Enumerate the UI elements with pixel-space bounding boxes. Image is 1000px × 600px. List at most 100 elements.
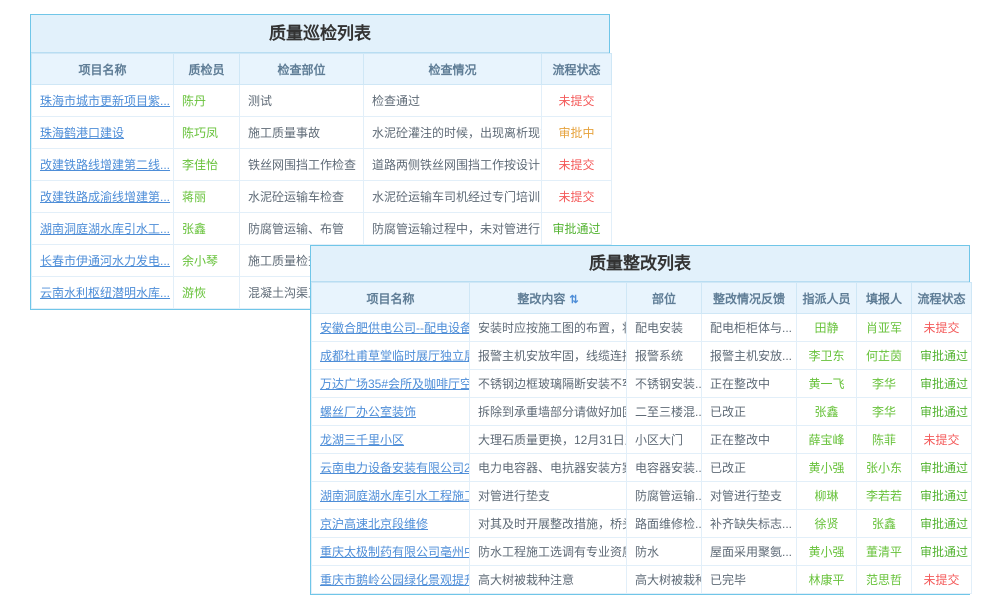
inspection-part: 测试 — [240, 85, 364, 117]
col-header-assignee: 指派人员 — [797, 283, 857, 314]
project-name-link[interactable]: 京沪高速北京段维修 — [312, 510, 470, 538]
rectify-content: 安装时应按施工图的布置，将... — [470, 314, 627, 342]
table-row: 京沪高速北京段维修对其及时开展整改措施，桥头...路面维修检...补齐缺失标志.… — [312, 510, 972, 538]
reporter-name: 肖亚军 — [857, 314, 912, 342]
rectify-feedback: 已完毕 — [702, 566, 797, 594]
rectify-feedback: 已改正 — [702, 398, 797, 426]
table-row: 安徽合肥供电公司--配电设备...安装时应按施工图的布置，将...配电安装配电柜… — [312, 314, 972, 342]
project-name-link[interactable]: 珠海市城市更新项目紫... — [32, 85, 174, 117]
table-row: 龙湖三千里小区大理石质量更换，12月31日之...小区大门正在整改中薛宝峰陈菲未… — [312, 426, 972, 454]
table-row: 改建铁路成渝线增建第...蒋丽水泥砼运输车检查水泥砼运输车司机经过专门培训...… — [32, 181, 612, 213]
rectify-feedback: 正在整改中 — [702, 370, 797, 398]
status-text: 未提交 — [912, 426, 972, 454]
inspection-part: 施工质量事故 — [240, 117, 364, 149]
inspection-situation: 水泥砼运输车司机经过专门培训... — [364, 181, 542, 213]
project-name-link[interactable]: 龙湖三千里小区 — [312, 426, 470, 454]
inspector-name: 陈丹 — [174, 85, 240, 117]
rectify-content: 防水工程施工选调有专业资质... — [470, 538, 627, 566]
rectify-feedback: 对管进行垫支 — [702, 482, 797, 510]
status-text: 审批通过 — [542, 213, 612, 245]
assignee-name: 柳琳 — [797, 482, 857, 510]
status-text: 审批通过 — [912, 370, 972, 398]
inspection-part: 防腐管运输、布管 — [240, 213, 364, 245]
sort-icon[interactable]: ⇅ — [569, 294, 578, 306]
table-row: 万达广场35#会所及咖啡厅空...不锈钢边框玻璃隔断安装不牢...不锈钢安装..… — [312, 370, 972, 398]
status-text: 审批通过 — [912, 538, 972, 566]
project-name-link[interactable]: 重庆太极制药有限公司亳州中... — [312, 538, 470, 566]
reporter-name: 李华 — [857, 398, 912, 426]
rectify-feedback: 报警主机安放... — [702, 342, 797, 370]
rectify-part: 不锈钢安装... — [627, 370, 702, 398]
rectify-content: 大理石质量更换，12月31日之... — [470, 426, 627, 454]
project-name-link[interactable]: 长春市伊通河水力发电... — [32, 245, 174, 277]
table-row: 湖南洞庭湖水库引水工...张鑫防腐管运输、布管防腐管运输过程中，未对管进行...… — [32, 213, 612, 245]
reporter-name: 李华 — [857, 370, 912, 398]
rectify-content: 报警主机安放牢固，线缆连接... — [470, 342, 627, 370]
rectify-part: 二至三楼混... — [627, 398, 702, 426]
rectification-list-title: 质量整改列表 — [311, 246, 969, 282]
inspector-name: 游恢 — [174, 277, 240, 309]
inspection-part: 水泥砼运输车检查 — [240, 181, 364, 213]
reporter-name: 陈菲 — [857, 426, 912, 454]
table-row: 螺丝厂办公室装饰拆除到承重墙部分请做好加固...二至三楼混...已改正张鑫李华审… — [312, 398, 972, 426]
inspection-situation: 检查通过 — [364, 85, 542, 117]
inspector-name: 张鑫 — [174, 213, 240, 245]
project-name-link[interactable]: 螺丝厂办公室装饰 — [312, 398, 470, 426]
project-name-link[interactable]: 云南水利枢纽潜明水库... — [32, 277, 174, 309]
rectification-header-row: 项目名称 整改内容⇅ 部位 整改情况反馈 指派人员 填报人 流程状态 — [312, 283, 972, 314]
status-text: 审批通过 — [912, 510, 972, 538]
col-header-inspector: 质检员 — [174, 54, 240, 85]
inspection-list-title: 质量巡检列表 — [31, 15, 609, 53]
reporter-name: 张小东 — [857, 454, 912, 482]
status-text: 审批通过 — [912, 482, 972, 510]
assignee-name: 黄小强 — [797, 454, 857, 482]
project-name-link[interactable]: 安徽合肥供电公司--配电设备... — [312, 314, 470, 342]
table-row: 珠海市城市更新项目紫...陈丹测试检查通过未提交 — [32, 85, 612, 117]
rectify-part: 小区大门 — [627, 426, 702, 454]
rectify-part: 防腐管运输... — [627, 482, 702, 510]
project-name-link[interactable]: 改建铁路线增建第二线... — [32, 149, 174, 181]
inspector-name: 余小琴 — [174, 245, 240, 277]
assignee-name: 黄小强 — [797, 538, 857, 566]
project-name-link[interactable]: 成都杜甫草堂临时展厅独立展... — [312, 342, 470, 370]
table-row: 重庆市鹅岭公园绿化景观提升...高大树被栽种注意高大树被栽种已完毕林康平范思哲未… — [312, 566, 972, 594]
rectify-content: 高大树被栽种注意 — [470, 566, 627, 594]
project-name-link[interactable]: 湖南洞庭湖水库引水工... — [32, 213, 174, 245]
rectify-content: 对其及时开展整改措施，桥头... — [470, 510, 627, 538]
rectify-content: 电力电容器、电抗器安装方案... — [470, 454, 627, 482]
rectify-content: 不锈钢边框玻璃隔断安装不牢... — [470, 370, 627, 398]
assignee-name: 田静 — [797, 314, 857, 342]
assignee-name: 李卫东 — [797, 342, 857, 370]
rectify-part: 配电安装 — [627, 314, 702, 342]
inspection-part: 铁丝网围挡工作检查 — [240, 149, 364, 181]
project-name-link[interactable]: 重庆市鹅岭公园绿化景观提升... — [312, 566, 470, 594]
col-header-part: 部位 — [627, 283, 702, 314]
status-text: 未提交 — [912, 566, 972, 594]
inspection-situation: 防腐管运输过程中，未对管进行... — [364, 213, 542, 245]
project-name-link[interactable]: 改建铁路成渝线增建第... — [32, 181, 174, 213]
col-header-feedback: 整改情况反馈 — [702, 283, 797, 314]
col-header-status: 流程状态 — [542, 54, 612, 85]
reporter-name: 范思哲 — [857, 566, 912, 594]
project-name-link[interactable]: 湖南洞庭湖水库引水工程施工... — [312, 482, 470, 510]
col-header-content[interactable]: 整改内容 ⇅ — [470, 283, 627, 314]
col-header-project: 项目名称 — [312, 283, 470, 314]
col-header-project: 项目名称 — [32, 54, 174, 85]
project-name-link[interactable]: 万达广场35#会所及咖啡厅空... — [312, 370, 470, 398]
project-name-link[interactable]: 云南电力设备安装有限公司20... — [312, 454, 470, 482]
status-text: 审批通过 — [912, 342, 972, 370]
rectify-feedback: 补齐缺失标志... — [702, 510, 797, 538]
project-name-link[interactable]: 珠海鹤港口建设 — [32, 117, 174, 149]
table-row: 改建铁路线增建第二线...李佳怡铁丝网围挡工作检查道路两侧铁丝网围挡工作按设计.… — [32, 149, 612, 181]
col-header-status: 流程状态 — [912, 283, 972, 314]
reporter-name: 李若若 — [857, 482, 912, 510]
rectify-part: 路面维修检... — [627, 510, 702, 538]
rectify-content: 拆除到承重墙部分请做好加固... — [470, 398, 627, 426]
status-text: 审批中 — [542, 117, 612, 149]
rectify-feedback: 屋面采用聚氨... — [702, 538, 797, 566]
col-header-content-label: 整改内容 — [517, 292, 565, 306]
assignee-name: 徐贤 — [797, 510, 857, 538]
rectify-feedback: 已改正 — [702, 454, 797, 482]
inspector-name: 李佳怡 — [174, 149, 240, 181]
status-text: 未提交 — [542, 181, 612, 213]
